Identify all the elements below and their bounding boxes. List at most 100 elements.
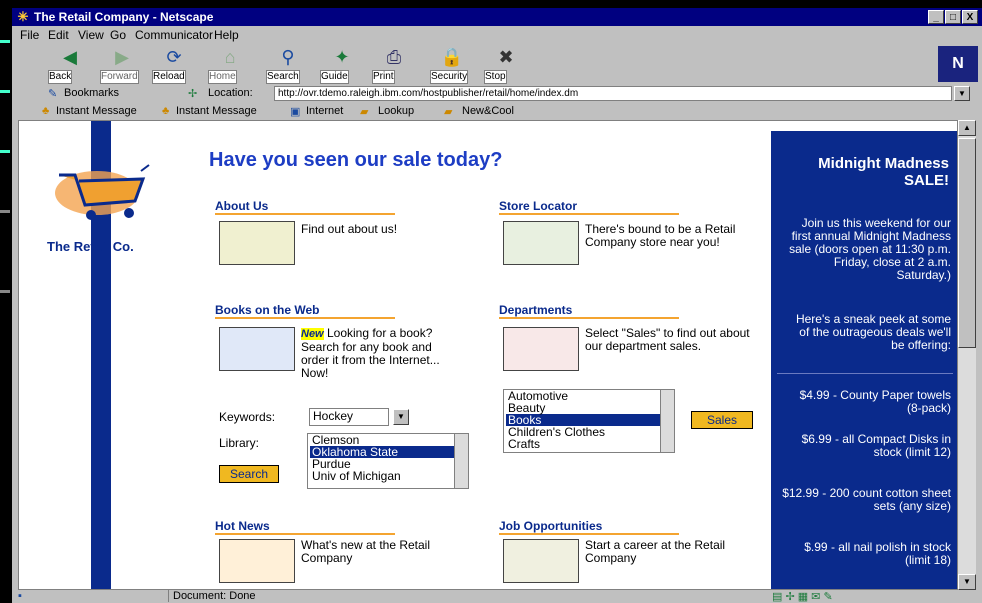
personal-toolbar: ♣ Instant Message ♣ Instant Message ▣ In… [12,104,982,120]
promo-deal-3: $12.99 - 200 count cotton sheet sets (an… [782,486,951,513]
menu-file[interactable]: File [20,28,39,42]
menu-edit[interactable]: Edit [48,28,69,42]
scroll-up-button[interactable]: ▲ [958,120,976,136]
menu-view[interactable]: View [78,28,104,42]
desktop-background [0,0,12,603]
stop-icon: ✖ [498,47,514,67]
desktop-marker [0,210,10,213]
reload-label: Reload [152,70,186,84]
menu-go[interactable]: Go [110,28,126,42]
guide-button[interactable]: ✦ Guide [320,44,364,84]
instant-message-icon: ♣ [162,105,170,117]
store-locator-image[interactable] [503,221,579,265]
personal-link-new-cool[interactable]: New&Cool [462,105,514,117]
promo-sneak-peek: Here's a sneak peek at some of the outra… [795,312,951,352]
job-opportunities-heading[interactable]: Job Opportunities [499,519,679,535]
promo-deal-1: $4.99 - County Paper towels (8-pack) [799,388,951,415]
window-title: The Retail Company - Netscape [34,10,214,24]
promo-deal-2: $6.99 - all Compact Disks in stock (limi… [801,432,951,459]
url-input[interactable]: http://ovr.tdemo.raleigh.ibm.com/hostpub… [274,86,952,101]
keywords-select[interactable]: Hockey [309,408,389,426]
job-opportunities-image[interactable] [503,539,579,583]
instant-message-icon: ♣ [42,105,50,117]
about-us-text: Find out about us! [301,222,398,236]
url-dropdown-button[interactable]: ▼ [954,86,970,101]
hot-news-heading[interactable]: Hot News [215,519,395,535]
security-label: Security [430,70,469,84]
department-options: Automotive Beauty Books Children's Clothes C… [504,390,674,450]
stop-button[interactable]: ✖ Stop [484,44,528,84]
close-button[interactable]: X [962,10,978,24]
forward-label: Forward [100,70,139,84]
reload-button[interactable]: ⟳ Reload [152,44,196,84]
departments-image[interactable] [503,327,579,371]
scroll-thumb[interactable] [958,138,976,348]
title-bar[interactable]: ✳ The Retail Company - Netscape _ □ X [12,8,982,26]
folder-icon: ▰ [444,106,453,118]
browser-window: ✳ The Retail Company - Netscape _ □ X Fi… [12,8,982,603]
books-image[interactable] [219,327,295,371]
guide-icon: ✦ [334,47,350,67]
personal-link-instant-message-2[interactable]: Instant Message [176,105,257,117]
search-button-library[interactable]: Search [219,465,279,483]
scroll-down-button[interactable]: ▼ [958,574,976,590]
guide-label: Guide [320,70,349,84]
keywords-dropdown-button[interactable]: ▼ [393,409,409,425]
department-option[interactable]: Crafts [506,438,674,450]
about-us-image[interactable] [219,221,295,265]
library-listbox[interactable]: Clemson Oklahoma State Purdue Univ of Michi… [307,433,469,489]
library-scrollbar[interactable] [454,434,468,488]
status-bar: ▪ Document: Done ▤ ✢ ▦ ✉ ✎ [12,590,982,603]
netscape-app-icon: ✳ [17,9,29,24]
library-label: Library: [219,436,260,450]
desktop-marker [0,290,10,293]
bookmarks-button[interactable]: Bookmarks [64,87,119,99]
component-bar-icons[interactable]: ▤ ✢ ▦ ✉ ✎ [772,590,833,603]
job-opportunities-text: Start a career at the Retail Company [585,538,726,565]
personal-link-internet[interactable]: Internet [306,105,343,117]
security-status-icon: ▪ [18,590,22,602]
library-option[interactable]: Univ of Michigan [310,470,468,482]
store-locator-text: There's bound to be a Retail Company sto… [585,222,736,249]
bookmarks-icon: ✎ [48,88,58,100]
location-label: Location: [208,87,253,99]
print-label: Print [372,70,395,84]
menu-help[interactable]: Help [214,28,239,42]
departments-text: Select "Sales" to find out about our dep… [585,326,750,353]
menu-communicator[interactable]: Communicator [135,28,213,42]
maximize-button[interactable]: □ [945,10,961,24]
page-content: The Retail Co. Have you seen our sale to… [18,120,958,590]
personal-link-lookup[interactable]: Lookup [378,105,414,117]
departments-heading[interactable]: Departments [499,303,679,319]
brand-name: The Retail Co. [47,239,134,254]
location-icon: ✢ [188,88,198,100]
forward-button[interactable]: ▶ Forward [100,44,144,84]
location-toolbar: ✎ Bookmarks ✢ Location: http://ovr.tdemo… [12,84,982,104]
about-us-heading[interactable]: About Us [215,199,395,215]
hot-news-image[interactable] [219,539,295,583]
shopping-cart-logo-icon [55,164,150,220]
minimize-button[interactable]: _ [928,10,944,24]
back-icon: ◀ [63,47,77,67]
forward-icon: ▶ [115,47,129,67]
netscape-logo[interactable]: N [938,46,978,82]
promo-intro: Join us this weekend for our first annua… [789,216,951,282]
sales-button[interactable]: Sales [691,411,753,429]
store-locator-heading[interactable]: Store Locator [499,199,679,215]
home-button[interactable]: ⌂ Home [208,44,252,84]
keywords-label: Keywords: [219,410,276,424]
print-button[interactable]: ⎙ Print [372,44,416,84]
page-vertical-scrollbar[interactable]: ▲ ▼ [958,120,976,590]
folder-icon: ▰ [360,106,369,118]
departments-listbox[interactable]: Automotive Beauty Books Children's Clothes C… [503,389,675,453]
desktop-marker [0,90,10,93]
departments-scrollbar[interactable] [660,390,674,452]
promo-heading: Midnight Madness SALE! [818,155,949,189]
reload-icon: ⟳ [166,47,182,67]
security-button[interactable]: 🔒 Security [430,44,474,84]
books-heading[interactable]: Books on the Web [215,303,395,319]
search-button[interactable]: ⚲ Search [266,44,310,84]
promo-sidebar: Midnight Madness SALE! Join us this week… [771,131,957,589]
back-button[interactable]: ◀ Back [48,44,92,84]
personal-link-instant-message[interactable]: Instant Message [56,105,137,117]
